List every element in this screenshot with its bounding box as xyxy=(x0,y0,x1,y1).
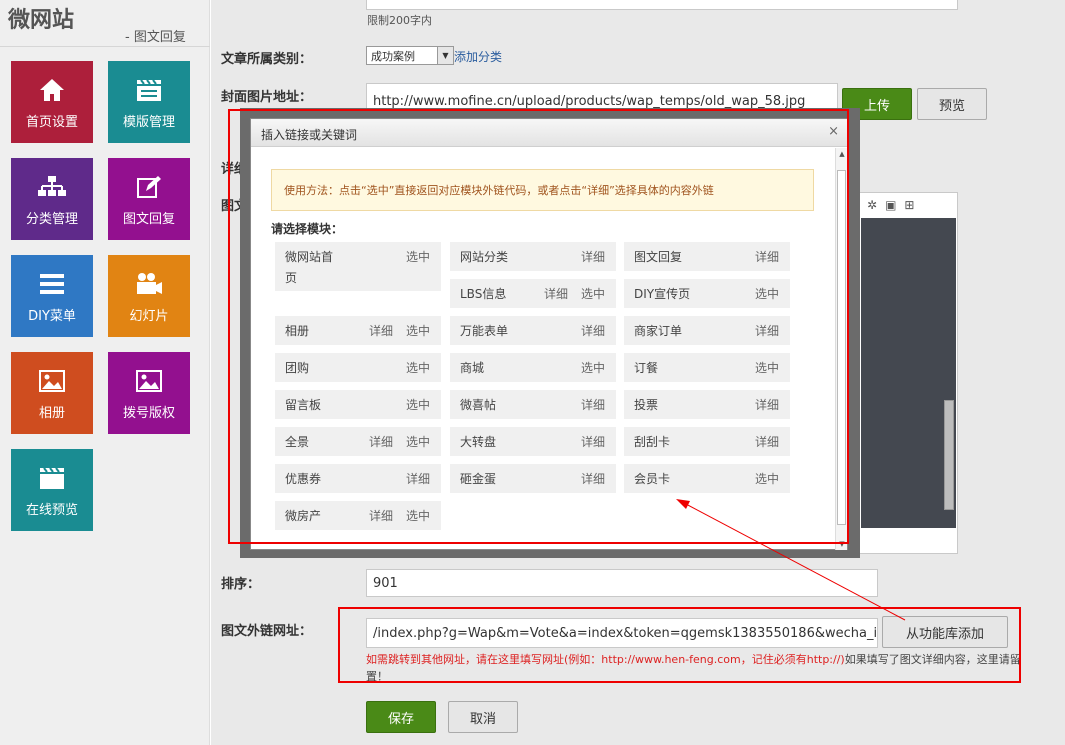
tile-category-manage[interactable]: 分类管理 xyxy=(11,158,93,240)
editor-toolbar: ∞ ✲ ▣ ⊞ xyxy=(849,198,939,214)
tile-label: 分类管理 xyxy=(25,212,78,227)
tile-news-reply[interactable]: 图文回复 xyxy=(108,158,190,240)
clapperboard-icon xyxy=(108,75,190,105)
category-select[interactable]: 成功案例 ▼ xyxy=(366,46,454,65)
tile-slideshow[interactable]: 幻灯片 xyxy=(108,255,190,337)
tile-label: 拨号版权 xyxy=(122,406,175,421)
tile-online-preview[interactable]: 在线预览 xyxy=(11,449,93,531)
tile-dial-copyright[interactable]: 拨号版权 xyxy=(108,352,190,434)
category-select-value: 成功案例 xyxy=(371,49,415,63)
brand-divider xyxy=(0,46,210,47)
menu-icon xyxy=(11,269,93,299)
category-label: 文章所属类别： xyxy=(221,52,313,67)
cancel-button[interactable]: 取消 xyxy=(448,701,518,733)
video-camera-icon xyxy=(108,269,190,299)
limit-hint: 限制200字内 xyxy=(367,14,432,27)
image-icon[interactable]: ▣ xyxy=(885,198,896,214)
clapperboard-icon xyxy=(11,463,93,493)
tile-template-manage[interactable]: 模版管理 xyxy=(108,61,190,143)
brand-title: 微网站 xyxy=(8,8,75,33)
highlight-frame-link xyxy=(338,607,1021,683)
sitemap-icon xyxy=(11,172,93,202)
tile-diy-menu[interactable]: DIY菜单 xyxy=(11,255,93,337)
link-label: 图文外链网址： xyxy=(221,624,313,639)
tile-label: 幻灯片 xyxy=(129,309,169,324)
tile-label: DIY菜单 xyxy=(28,309,76,324)
edit-icon xyxy=(108,172,190,202)
brand-subtitle: - 图文回复 xyxy=(125,30,186,45)
summary-textarea[interactable] xyxy=(366,0,958,10)
highlight-frame-dialog xyxy=(228,109,849,544)
home-icon xyxy=(11,75,93,105)
image-icon xyxy=(11,366,93,396)
editor-scrollbar[interactable] xyxy=(944,400,954,510)
tile-label: 首页设置 xyxy=(25,115,78,130)
save-button[interactable]: 保存 xyxy=(366,701,436,733)
cover-label: 封面图片地址： xyxy=(221,90,313,105)
preview-button[interactable]: 预览 xyxy=(917,88,987,120)
table-icon[interactable]: ⊞ xyxy=(904,198,914,214)
tile-label: 在线预览 xyxy=(25,503,78,518)
tile-label: 相册 xyxy=(38,406,65,421)
sort-input[interactable]: 901 xyxy=(366,569,878,597)
add-category-link[interactable]: 添加分类 xyxy=(454,48,502,65)
sort-label: 排序： xyxy=(221,577,261,592)
tile-home-settings[interactable]: 首页设置 xyxy=(11,61,93,143)
tile-label: 图文回复 xyxy=(122,212,175,227)
editor-content-area[interactable] xyxy=(861,218,956,528)
chevron-down-icon: ▼ xyxy=(437,47,453,64)
tile-label: 模版管理 xyxy=(122,115,175,130)
image-icon xyxy=(108,366,190,396)
tile-album[interactable]: 相册 xyxy=(11,352,93,434)
special-char-icon[interactable]: ✲ xyxy=(867,198,877,214)
sidebar: 微网站 - 图文回复 首页设置 模版管理 分类管理 图文回复 DIY菜单 幻灯片… xyxy=(0,0,210,745)
